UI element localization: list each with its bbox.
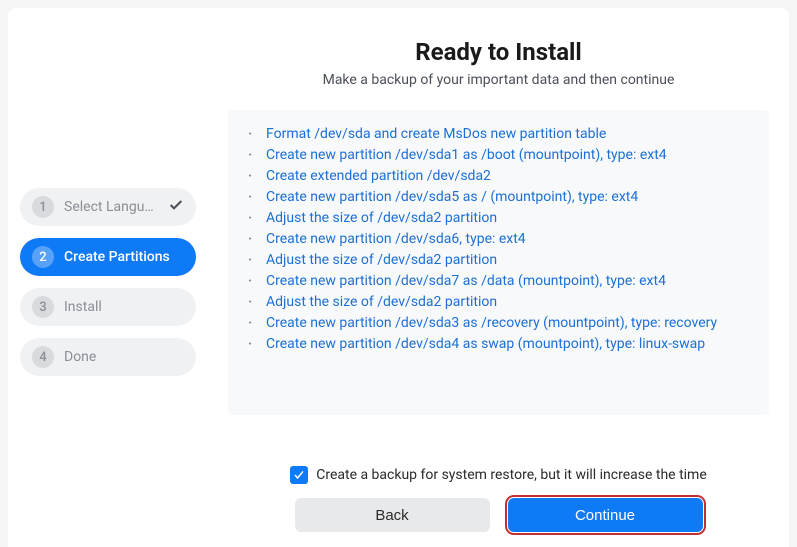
continue-button[interactable]: Continue	[508, 498, 703, 532]
backup-checkbox-row[interactable]: Create a backup for system restore, but …	[290, 466, 707, 484]
step-number: 3	[32, 296, 54, 318]
installer-window: 1 Select Langu… 2 Create Partitions 3 In…	[8, 8, 789, 547]
list-item: Create new partition /dev/sda4 as swap (…	[248, 334, 749, 355]
step-label: Done	[64, 349, 184, 365]
step-select-language[interactable]: 1 Select Langu…	[20, 188, 196, 226]
step-install[interactable]: 3 Install	[20, 288, 196, 326]
check-icon	[168, 197, 184, 217]
steps-sidebar: 1 Select Langu… 2 Create Partitions 3 In…	[8, 8, 208, 547]
step-number: 4	[32, 346, 54, 368]
list-item: Create new partition /dev/sda6, type: ex…	[248, 229, 749, 250]
step-number: 2	[32, 246, 54, 268]
backup-checkbox[interactable]	[290, 466, 308, 484]
partition-actions-panel: Format /dev/sda and create MsDos new par…	[228, 110, 769, 415]
page-title: Ready to Install	[228, 38, 769, 66]
button-row: Back Continue	[295, 498, 703, 532]
list-item: Adjust the size of /dev/sda2 partition	[248, 250, 749, 271]
step-label: Install	[64, 299, 184, 315]
backup-checkbox-label: Create a backup for system restore, but …	[316, 467, 707, 483]
list-item: Adjust the size of /dev/sda2 partition	[248, 208, 749, 229]
list-item: Create new partition /dev/sda5 as / (mou…	[248, 187, 749, 208]
list-item: Create new partition /dev/sda1 as /boot …	[248, 145, 749, 166]
step-label: Create Partitions	[64, 249, 184, 265]
partition-action-list: Format /dev/sda and create MsDos new par…	[248, 124, 749, 355]
spacer	[228, 415, 769, 454]
step-label: Select Langu…	[64, 199, 184, 215]
list-item: Create extended partition /dev/sda2	[248, 166, 749, 187]
check-icon	[293, 469, 305, 481]
step-number: 1	[32, 196, 54, 218]
step-create-partitions[interactable]: 2 Create Partitions	[20, 238, 196, 276]
list-item: Format /dev/sda and create MsDos new par…	[248, 124, 749, 145]
list-item: Create new partition /dev/sda7 as /data …	[248, 271, 749, 292]
page-subtitle: Make a backup of your important data and…	[228, 72, 769, 88]
footer: Create a backup for system restore, but …	[228, 454, 769, 532]
step-done[interactable]: 4 Done	[20, 338, 196, 376]
back-button[interactable]: Back	[295, 498, 490, 532]
list-item: Adjust the size of /dev/sda2 partition	[248, 292, 749, 313]
main-panel: Ready to Install Make a backup of your i…	[208, 8, 789, 547]
list-item: Create new partition /dev/sda3 as /recov…	[248, 313, 749, 334]
